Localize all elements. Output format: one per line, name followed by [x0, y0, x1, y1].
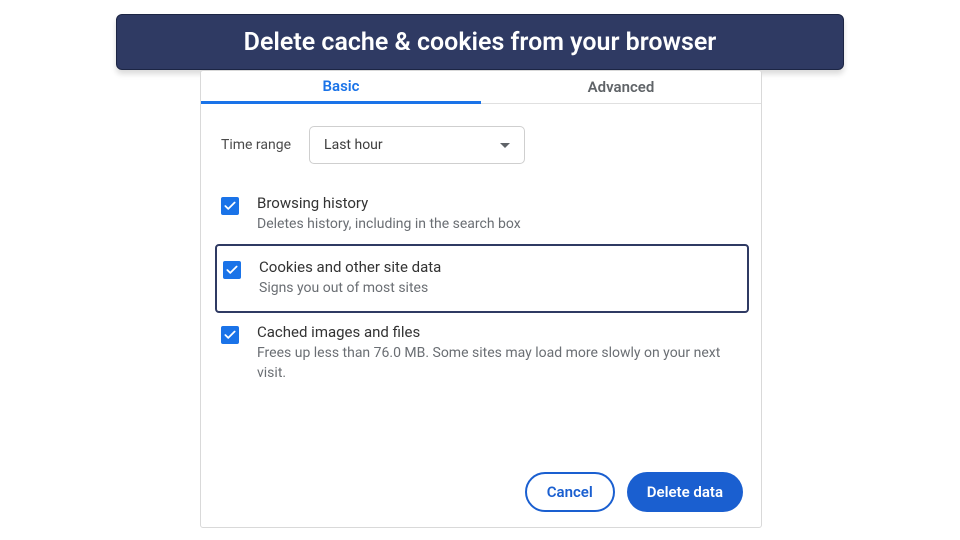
option-desc: Deletes history, including in the search… [257, 214, 737, 234]
tab-basic[interactable]: Basic [201, 71, 481, 104]
tab-advanced-label: Advanced [588, 78, 655, 96]
check-icon [223, 199, 237, 213]
instruction-banner: Delete cache & cookies from your browser [116, 14, 844, 70]
option-browsing-history: Browsing history Deletes history, includ… [221, 184, 741, 244]
instruction-banner-text: Delete cache & cookies from your browser [244, 28, 717, 57]
delete-data-button[interactable]: Delete data [627, 472, 743, 512]
checkbox-cached-files[interactable] [221, 326, 239, 344]
cancel-button-label: Cancel [547, 483, 593, 501]
option-title: Browsing history [257, 194, 737, 212]
option-cookies: Cookies and other site data Signs you ou… [215, 244, 749, 312]
dialog-body: Time range Last hour Browsing history De… [201, 104, 761, 457]
option-text: Cookies and other site data Signs you ou… [259, 258, 739, 298]
tab-basic-label: Basic [322, 77, 359, 95]
time-range-value: Last hour [324, 137, 383, 153]
check-icon [225, 263, 239, 277]
time-range-label: Time range [221, 137, 291, 153]
time-range-row: Time range Last hour [221, 126, 741, 164]
option-desc: Signs you out of most sites [259, 278, 739, 298]
dropdown-caret-icon [500, 143, 510, 148]
option-title: Cookies and other site data [259, 258, 739, 276]
clear-browsing-data-dialog: Basic Advanced Time range Last hour Brow… [200, 70, 762, 528]
tabs: Basic Advanced [201, 71, 761, 104]
option-text: Cached images and files Frees up less th… [257, 323, 737, 384]
cancel-button[interactable]: Cancel [525, 472, 615, 512]
tab-advanced[interactable]: Advanced [481, 71, 761, 104]
option-desc: Frees up less than 76.0 MB. Some sites m… [257, 343, 737, 384]
delete-data-button-label: Delete data [647, 483, 723, 501]
checkbox-browsing-history[interactable] [221, 197, 239, 215]
time-range-select[interactable]: Last hour [309, 126, 525, 164]
check-icon [223, 328, 237, 342]
dialog-footer: Cancel Delete data [201, 457, 761, 527]
option-title: Cached images and files [257, 323, 737, 341]
checkbox-cookies[interactable] [223, 261, 241, 279]
option-text: Browsing history Deletes history, includ… [257, 194, 737, 234]
option-cached-files: Cached images and files Frees up less th… [221, 313, 741, 394]
